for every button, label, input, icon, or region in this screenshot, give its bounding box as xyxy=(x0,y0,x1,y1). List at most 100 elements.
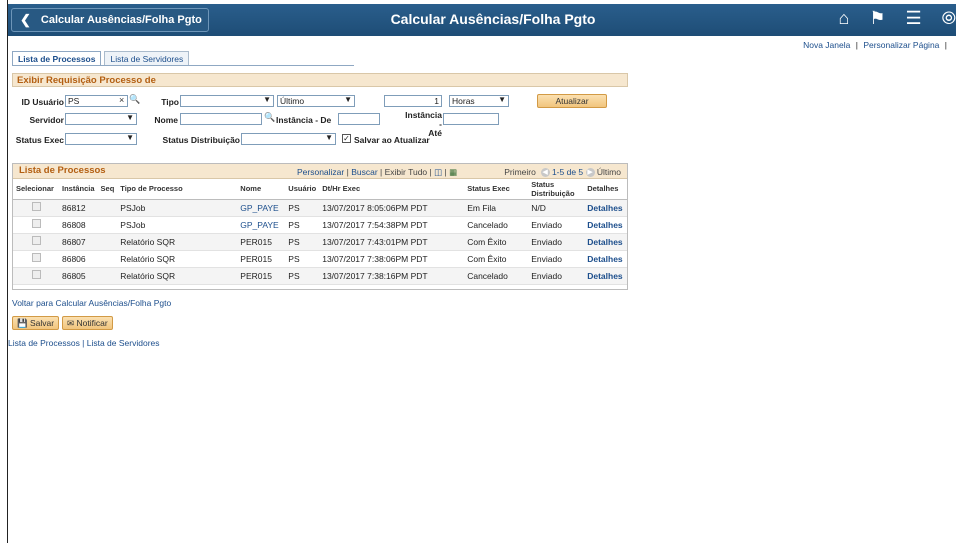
cell-seq xyxy=(97,216,118,234)
cell-instance: 86807 xyxy=(59,233,98,251)
tipo-label: Tipo xyxy=(161,97,179,107)
notify-button[interactable]: ✉ Notificar xyxy=(62,316,113,330)
cell-instance: 86808 xyxy=(59,216,98,234)
cell-select xyxy=(13,233,59,251)
instance-to-label: Instância - Até xyxy=(400,111,442,138)
personalize-link[interactable]: Personalizar xyxy=(297,167,344,177)
flag-icon[interactable]: ⚑ xyxy=(869,8,885,29)
save-button[interactable]: 💾 Salvar xyxy=(12,316,60,330)
search-icon[interactable]: 🔍 xyxy=(129,94,140,105)
back-link[interactable]: Voltar para Calcular Ausências/Folha Pgt… xyxy=(12,298,171,308)
table-row: 86805 Relatório SQR PER015 PS 13/07/2017 7:3… xyxy=(13,267,627,285)
chevron-down-icon: ▼ xyxy=(498,95,506,104)
chevron-left-icon: ❮ xyxy=(20,12,31,27)
cell-run-datetime: 13/07/2017 7:38:16PM PDT xyxy=(319,267,465,285)
period-value: Último xyxy=(280,96,305,106)
tab-process-list[interactable]: Lista de Processos xyxy=(12,51,102,65)
cell-user: PS xyxy=(285,250,320,268)
last-link[interactable]: Último xyxy=(597,167,621,177)
status-exec-select[interactable]: ▼ xyxy=(65,133,137,145)
download-icon[interactable]: ▦ xyxy=(449,167,457,177)
row-select-checkbox[interactable] xyxy=(31,253,41,262)
cell-name: PER015 xyxy=(237,267,286,285)
new-window-link[interactable]: Nova Janela xyxy=(803,40,850,50)
row-select-checkbox[interactable] xyxy=(31,202,41,211)
unit-value: Horas xyxy=(452,96,475,106)
cell-name: PER015 xyxy=(237,233,286,251)
name-field[interactable] xyxy=(180,113,262,125)
cell-run-datetime: 13/07/2017 8:05:06PM PDT xyxy=(319,199,465,217)
tab-underline xyxy=(12,65,354,66)
tipo-select[interactable]: ▼ xyxy=(180,95,274,107)
status-dist-select[interactable]: ▼ xyxy=(241,133,336,145)
refresh-button[interactable]: Atualizar xyxy=(537,94,607,108)
row-select-checkbox[interactable] xyxy=(31,270,41,279)
user-id-label: ID Usuário xyxy=(21,97,64,107)
back-button[interactable]: ❮ Calcular Ausências/Folha Pgto xyxy=(11,8,209,32)
cell-details[interactable]: Detalhes xyxy=(584,250,627,268)
name-label: Nome xyxy=(154,115,178,125)
period-select[interactable]: Último ▼ xyxy=(277,95,355,107)
cell-seq xyxy=(97,233,118,251)
next-icon[interactable]: ▶ xyxy=(585,168,595,178)
save-on-refresh-checkbox[interactable]: ✓ xyxy=(342,134,351,143)
cell-process-type: Relatório SQR xyxy=(117,233,238,251)
instance-from-field[interactable] xyxy=(338,113,380,125)
cell-name[interactable]: GP_PAYE xyxy=(237,199,286,217)
quantity-field[interactable]: 1 xyxy=(384,95,442,107)
server-select[interactable]: ▼ xyxy=(65,113,137,125)
process-table: Selecionar Instância Seq Tipo de Process… xyxy=(13,179,627,285)
cell-process-type: PSJob xyxy=(117,199,238,217)
instance-to-label-2: Até xyxy=(428,128,442,138)
navbar-icon[interactable]: ⦾ xyxy=(942,8,956,29)
col-details: Detalhes xyxy=(584,179,627,200)
cell-details[interactable]: Detalhes xyxy=(584,199,627,217)
header-actions: ⌂ ⚑ ☰ ⦾ xyxy=(838,8,956,29)
cell-dist-status: Enviado xyxy=(528,267,585,285)
page-title: Calcular Ausências/Folha Pgto xyxy=(390,11,596,27)
cell-dist-status: Enviado xyxy=(528,250,585,268)
back-button-label: Calcular Ausências/Folha Pgto xyxy=(40,14,202,26)
footer-tab-links[interactable]: Lista de Processos | Lista de Servidores xyxy=(8,338,160,348)
cell-run-status: Com Êxito xyxy=(464,233,529,251)
search-icon[interactable]: 🔍 xyxy=(264,112,275,123)
view-all-link[interactable]: Exibir Tudo xyxy=(385,167,428,177)
menu-icon[interactable]: ☰ xyxy=(905,8,921,29)
col-instance: Instância xyxy=(59,179,98,200)
cell-select xyxy=(13,199,59,217)
home-icon[interactable]: ⌂ xyxy=(838,8,849,29)
instance-to-field[interactable] xyxy=(443,113,499,125)
instance-to-label-1: Instância - xyxy=(405,110,442,129)
cell-seq xyxy=(97,267,118,285)
cell-instance: 86805 xyxy=(59,267,98,285)
row-select-checkbox[interactable] xyxy=(31,219,41,228)
previous-icon[interactable]: ◀ xyxy=(540,168,550,178)
unit-select[interactable]: Horas ▼ xyxy=(449,95,509,107)
instance-from-label: Instância - De xyxy=(276,115,332,125)
row-count: 1-5 de 5 xyxy=(551,167,584,177)
tab-server-list[interactable]: Lista de Servidores xyxy=(104,51,190,65)
grid-title: Lista de Processos xyxy=(19,165,106,176)
cell-name[interactable]: GP_PAYE xyxy=(237,216,286,234)
col-user: Usuário xyxy=(285,179,320,200)
personalize-page-link[interactable]: Personalizar Página xyxy=(863,40,939,50)
first-link[interactable]: Primeiro xyxy=(504,167,536,177)
grid-tools: Personalizar | Buscar | Exibir Tudo | ◫ … xyxy=(297,167,458,177)
save-button-label: Salvar xyxy=(29,318,55,328)
zoom-icon[interactable]: ◫ xyxy=(434,167,442,177)
row-select-checkbox[interactable] xyxy=(31,236,41,245)
clear-icon[interactable]: × xyxy=(119,95,124,105)
col-run-status: Status Exec xyxy=(464,179,529,200)
save-on-refresh-label: Salvar ao Atualizar xyxy=(354,135,430,145)
process-list-grid: Lista de Processos Personalizar | Buscar… xyxy=(12,163,628,290)
cell-select xyxy=(13,250,59,268)
cell-select xyxy=(13,267,59,285)
cell-details[interactable]: Detalhes xyxy=(584,216,627,234)
cell-user: PS xyxy=(285,233,320,251)
cell-details[interactable]: Detalhes xyxy=(584,267,627,285)
chevron-down-icon: ▼ xyxy=(126,113,134,122)
cell-seq xyxy=(97,199,118,217)
cell-details[interactable]: Detalhes xyxy=(584,233,627,251)
grid-pagination: Primeiro ◀ 1-5 de 5 ▶ Último xyxy=(504,167,621,178)
find-link[interactable]: Buscar xyxy=(351,167,377,177)
